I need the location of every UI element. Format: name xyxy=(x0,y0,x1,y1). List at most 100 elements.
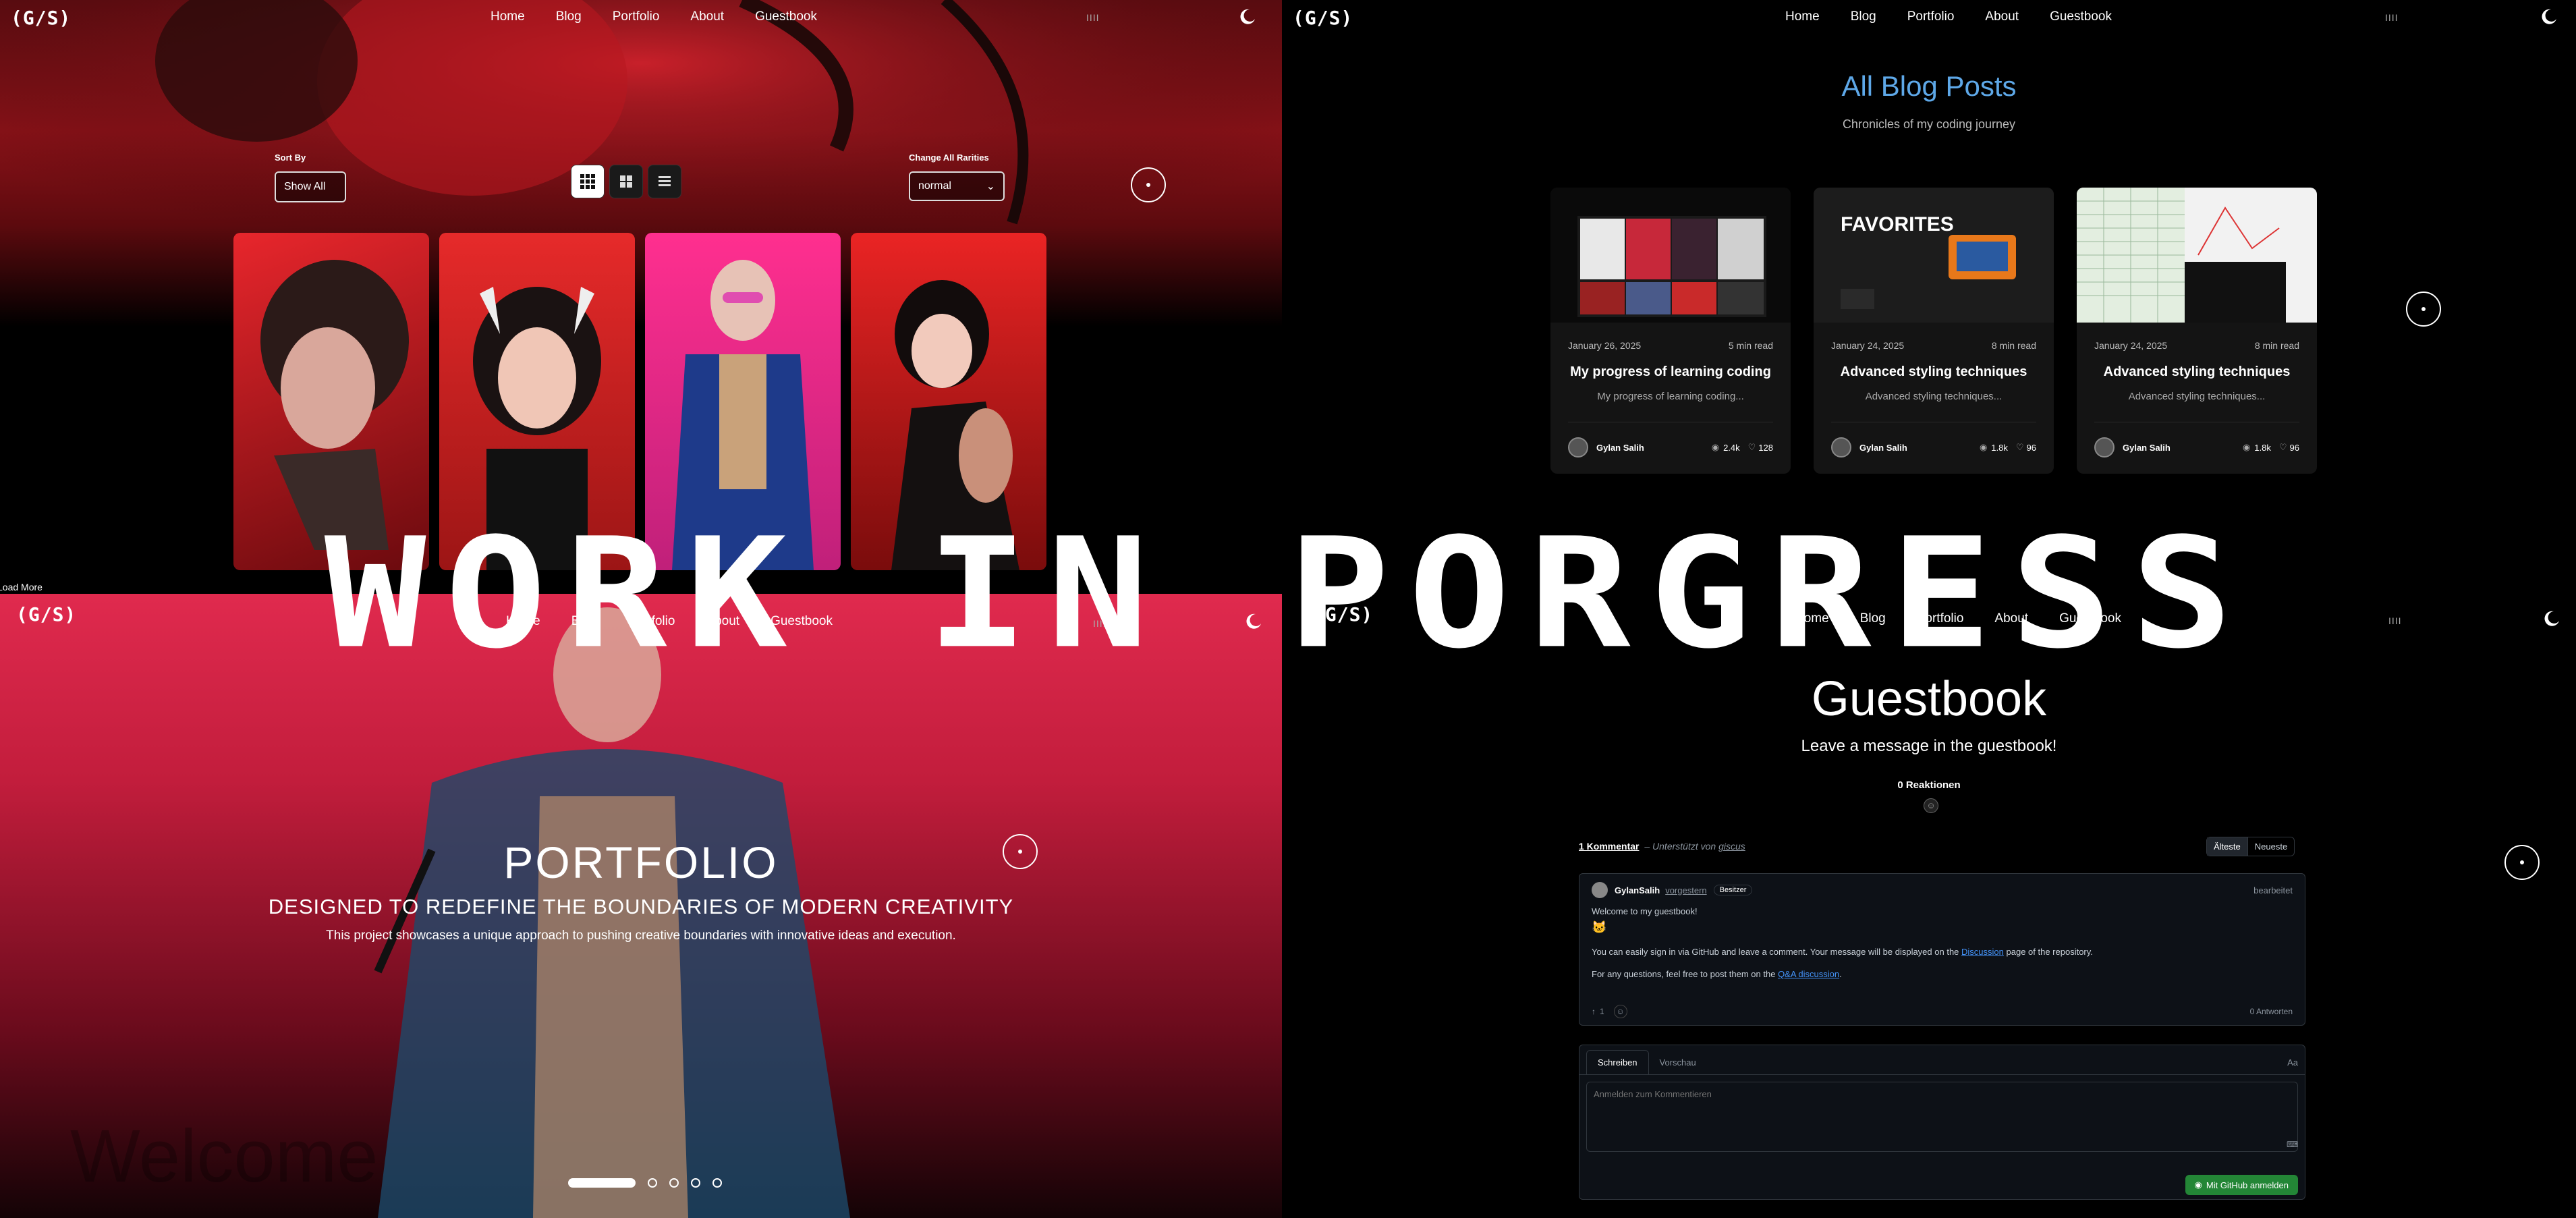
post-views: 1.8k xyxy=(2254,442,2271,453)
post-title[interactable]: Advanced styling techniques xyxy=(1814,364,2054,380)
welcome-watermark: Welcome xyxy=(70,1115,379,1198)
slide-dot[interactable] xyxy=(648,1178,657,1188)
grid-small-view-button[interactable] xyxy=(609,165,643,198)
reactions-count: 0 Reaktionen xyxy=(1897,779,1961,791)
blog-post-card[interactable]: January 26, 2025 5 min read My progress o… xyxy=(1550,188,1791,474)
post-excerpt: Advanced styling techniques... xyxy=(1865,391,2003,402)
qa-link[interactable]: Q&A discussion xyxy=(1778,969,1839,979)
portfolio-hero-panel: (G/S) Home Blog Portfolio About Guestboo… xyxy=(0,594,1282,1218)
thumbnail-image xyxy=(2077,188,2286,323)
sort-newest-button[interactable]: Neueste xyxy=(2248,837,2294,856)
site-logo[interactable]: (G/S) xyxy=(1293,7,1353,29)
text-format-button[interactable]: Aa xyxy=(2287,1057,2298,1074)
smiley-icon[interactable]: ☺ xyxy=(1924,798,1938,813)
top-nav: (G/S) Home Blog Portfolio About Guestboo… xyxy=(0,0,1282,35)
cursor-ring-icon xyxy=(1003,834,1038,869)
post-author: Gylan Salih xyxy=(2123,442,2171,453)
nav-links: Home Blog Portfolio About Guestbook xyxy=(491,9,817,24)
slide-dot-active[interactable] xyxy=(568,1178,636,1188)
github-signin-button[interactable]: ◉ Mit GitHub anmelden xyxy=(2185,1175,2298,1195)
rarity-select[interactable]: normal ⌄ xyxy=(909,171,1005,201)
nav-blog[interactable]: Blog xyxy=(556,9,582,24)
post-title[interactable]: Advanced styling techniques xyxy=(2077,364,2317,380)
tab-write[interactable]: Schreiben xyxy=(1586,1050,1649,1074)
thumbnail-image xyxy=(1841,235,2016,309)
work-in-progress-overlay: WORK IN PORGRESS xyxy=(0,516,2576,671)
post-thumbnail xyxy=(2077,188,2317,323)
post-thumbnail xyxy=(1550,188,1791,323)
discussion-link[interactable]: Discussion xyxy=(1961,947,2004,957)
blog-post-card[interactable]: FAVORITES January 24, 2025 8 min read Adv… xyxy=(1814,188,2054,474)
post-footer: Gylan Salih ◉ 1.8k ♡ 96 xyxy=(2094,422,2299,458)
post-title[interactable]: My progress of learning coding xyxy=(1550,364,1791,380)
sort-select[interactable]: Show All xyxy=(275,171,346,202)
hero-description: This project showcases a unique approach… xyxy=(326,929,956,943)
post-meta: January 24, 2025 8 min read xyxy=(2077,323,2317,351)
editor-tabs: Schreiben Vorschau Aa xyxy=(1579,1045,2305,1075)
nav-about[interactable]: About xyxy=(1985,9,2019,24)
nav-guestbook[interactable]: Guestbook xyxy=(2050,9,2112,24)
comment-time[interactable]: vorgestern xyxy=(1665,885,1706,895)
comment-footer: ↑ 1 ☺ 0 Antworten xyxy=(1592,1005,2293,1018)
nav-portfolio[interactable]: Portfolio xyxy=(1907,9,1955,24)
comment-line: You can easily sign in via GitHub and le… xyxy=(1592,947,2093,957)
add-reaction-icon[interactable]: ☺ xyxy=(1613,1005,1627,1018)
edited-label: bearbeitet xyxy=(2253,885,2293,895)
slide-dot[interactable] xyxy=(712,1178,722,1188)
blog-title: All Blog Posts xyxy=(1841,70,2017,102)
list-icon xyxy=(659,176,671,186)
heart-icon[interactable]: ♡ xyxy=(2279,442,2287,453)
menu-bars-icon[interactable]: IIII xyxy=(2385,12,2399,23)
overlay-text: WORK IN PORGRESS xyxy=(324,505,2252,682)
comment-count[interactable]: 1 Kommentar xyxy=(1579,841,1639,852)
top-nav: (G/S) Home Blog Portfolio About Guestboo… xyxy=(1282,0,2576,35)
guestbook-panel: (G/S) Home Blog Portfolio About Guestboo… xyxy=(1282,594,2576,1218)
blog-post-card[interactable]: January 24, 2025 8 min read Advanced styl… xyxy=(2077,188,2317,474)
moon-icon[interactable] xyxy=(2538,7,2558,27)
comment-count-row: 1 Kommentar – Unterstützt von giscus xyxy=(1579,841,1745,852)
post-excerpt: My progress of learning coding... xyxy=(1597,391,1744,402)
nav-portfolio[interactable]: Portfolio xyxy=(613,9,660,24)
eye-icon: ◉ xyxy=(2242,442,2251,452)
comment-author[interactable]: GylanSalih xyxy=(1615,885,1660,895)
eye-icon: ◉ xyxy=(1979,442,1988,452)
nav-blog[interactable]: Blog xyxy=(1851,9,1876,24)
heart-icon[interactable]: ♡ xyxy=(2016,442,2024,453)
slide-indicators xyxy=(568,1178,722,1188)
upvote-count: 1 xyxy=(1600,1007,1604,1016)
giscus-link[interactable]: giscus xyxy=(1718,841,1745,852)
nav-about[interactable]: About xyxy=(690,9,724,24)
rarity-label: Change All Rarities xyxy=(909,153,989,163)
moon-icon[interactable] xyxy=(1237,7,1257,27)
avatar xyxy=(1592,882,1608,898)
thumbnail-image xyxy=(1577,216,1766,317)
heart-icon[interactable]: ♡ xyxy=(1748,442,1756,453)
tab-preview[interactable]: Vorschau xyxy=(1649,1051,1707,1074)
sort-oldest-button[interactable]: Älteste xyxy=(2207,837,2248,856)
nav-home[interactable]: Home xyxy=(1785,9,1820,24)
post-author: Gylan Salih xyxy=(1859,442,1907,453)
site-logo[interactable]: (G/S) xyxy=(11,7,71,29)
upvote-icon[interactable]: ↑ xyxy=(1592,1007,1596,1016)
nav-guestbook[interactable]: Guestbook xyxy=(755,9,817,24)
eye-icon: ◉ xyxy=(1711,442,1720,452)
post-author: Gylan Salih xyxy=(1596,442,1644,453)
grid-large-view-button[interactable] xyxy=(571,165,605,198)
post-date: January 24, 2025 xyxy=(1831,340,1905,351)
slide-dot[interactable] xyxy=(669,1178,679,1188)
nav-home[interactable]: Home xyxy=(491,9,525,24)
sort-label: Sort By xyxy=(275,153,306,163)
cursor-ring-icon xyxy=(2504,845,2540,880)
post-meta: January 26, 2025 5 min read xyxy=(1550,323,1791,351)
menu-bars-icon[interactable]: IIII xyxy=(1086,12,1100,23)
post-footer: Gylan Salih ◉ 2.4k ♡ 128 xyxy=(1568,422,1773,458)
owner-badge: Besitzer xyxy=(1713,885,1753,895)
post-likes: 96 xyxy=(2026,442,2036,453)
comment-line: For any questions, feel free to post the… xyxy=(1592,969,1842,979)
comment-textarea[interactable] xyxy=(1586,1082,2298,1152)
list-view-button[interactable] xyxy=(648,165,681,198)
slide-dot[interactable] xyxy=(691,1178,700,1188)
post-date: January 24, 2025 xyxy=(2094,340,2168,351)
comment-form: Schreiben Vorschau Aa ⌨ ◉ Mit GitHub anme… xyxy=(1579,1045,2305,1200)
signin-label: Mit GitHub anmelden xyxy=(2206,1180,2289,1190)
